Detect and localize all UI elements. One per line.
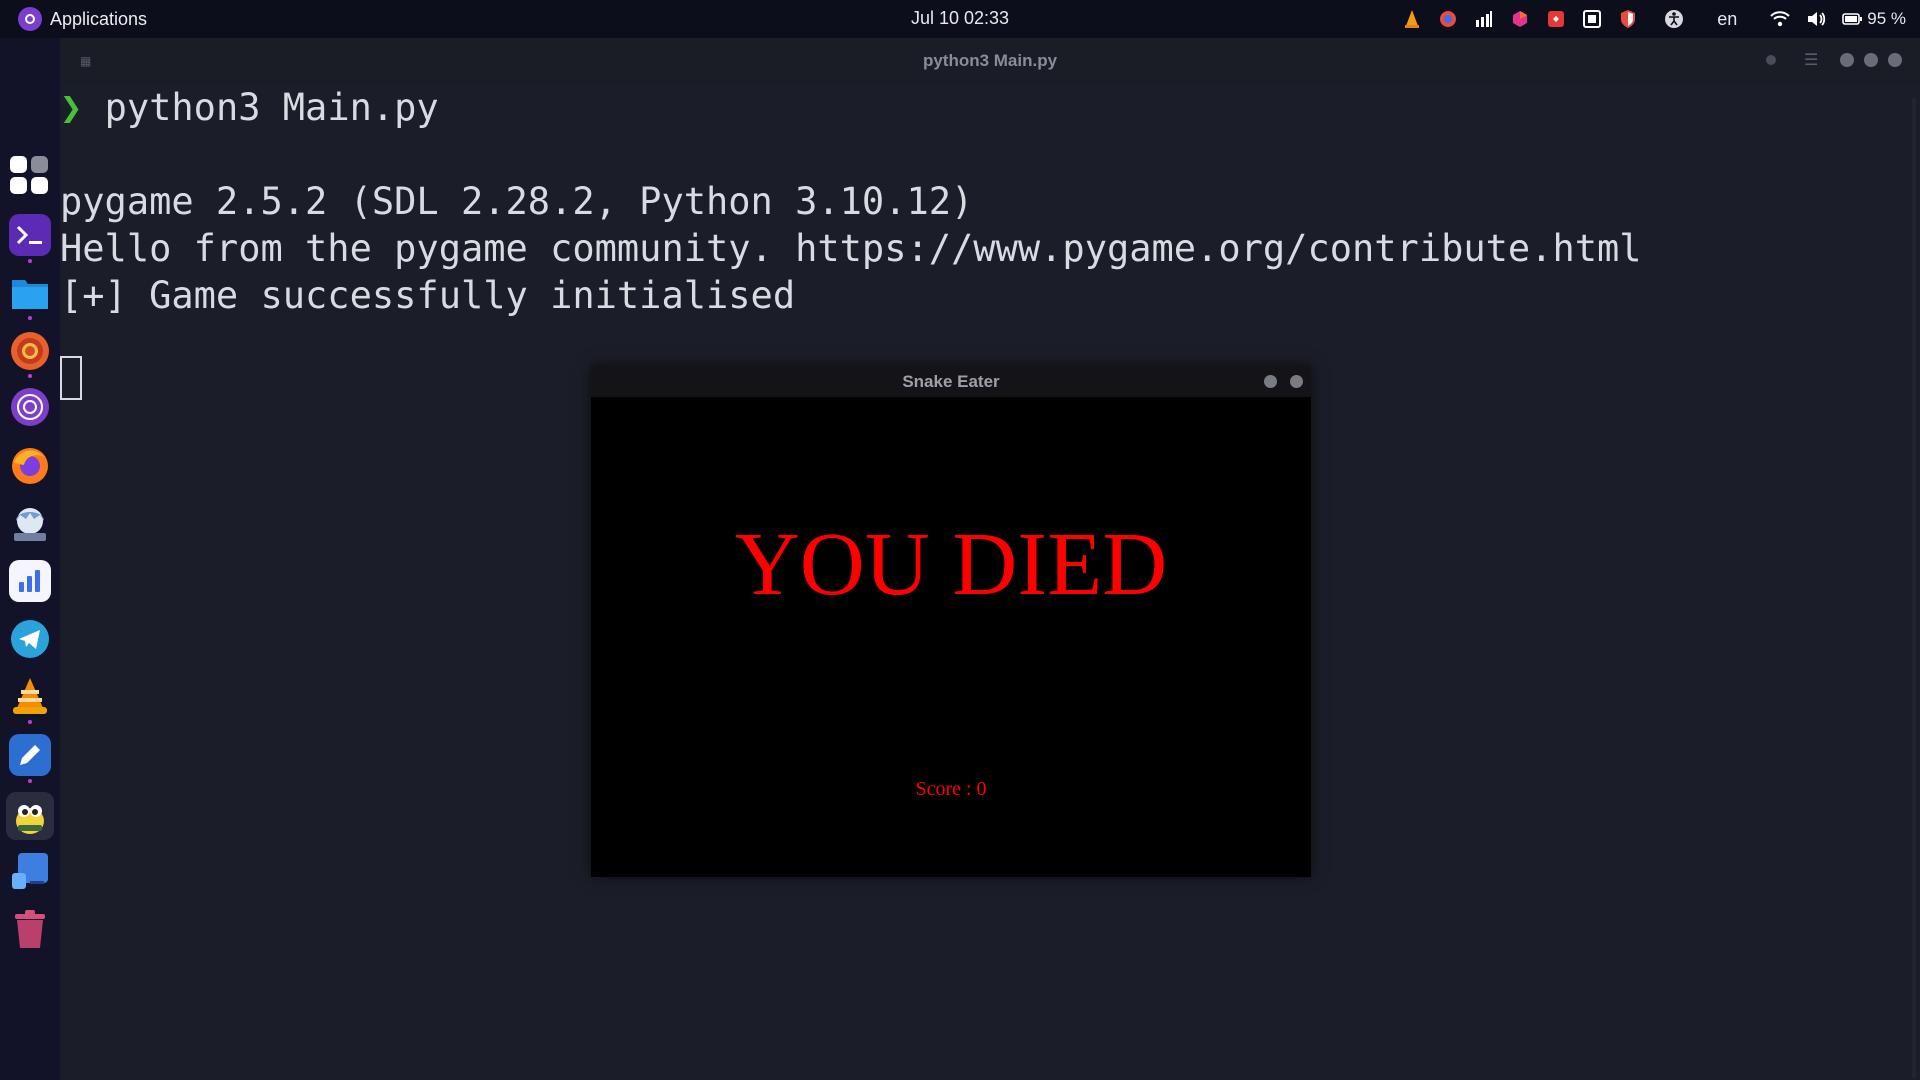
command-line: ❯ python3 Main.py	[60, 84, 439, 131]
applications-menu-button[interactable]: Applications	[18, 5, 147, 33]
telegram-icon[interactable]	[9, 618, 51, 660]
chrome-icon[interactable]	[9, 330, 51, 372]
distro-logo-icon	[18, 7, 42, 31]
close-button[interactable]	[1888, 53, 1902, 67]
running-indicator	[28, 720, 32, 724]
tor-browser-icon[interactable]	[9, 386, 51, 428]
wifi-icon[interactable]	[1769, 8, 1791, 30]
accessibility-icon[interactable]	[1663, 8, 1685, 30]
volume-icon[interactable]	[1805, 8, 1827, 30]
battery-icon[interactable]	[1841, 8, 1863, 30]
prompt-symbol: ❯	[60, 86, 83, 129]
game-minimize-button[interactable]	[1264, 375, 1277, 388]
terminal-output[interactable]: ❯ python3 Main.py pygame 2.5.2 (SDL 2.28…	[60, 84, 1900, 413]
running-indicator	[28, 316, 32, 320]
app-grid-icon[interactable]	[9, 155, 51, 197]
maximize-button[interactable]	[1864, 53, 1878, 67]
terminal-icon[interactable]	[9, 214, 51, 256]
gitkraken-icon[interactable]	[1509, 8, 1531, 30]
stats-icon[interactable]	[1473, 8, 1495, 30]
output-line: [+] Game successfully initialised	[60, 274, 796, 317]
applications-label: Applications	[50, 8, 148, 29]
game-window-title: Snake Eater	[902, 372, 1000, 391]
desktop-app-icon[interactable]	[9, 850, 51, 892]
output-line: Hello from the pygame community. https:/…	[60, 227, 1642, 270]
score-label: Score : 0	[915, 778, 987, 800]
firefox-icon[interactable]	[9, 444, 51, 486]
terminal-title: python3 Main.py	[922, 51, 1058, 70]
top-panel: Applications Jul 10 02:33 en 95 %	[0, 0, 1920, 38]
terminal-scrollbar[interactable]	[1912, 98, 1916, 1078]
language-indicator[interactable]: en	[1717, 8, 1737, 30]
files-icon[interactable]	[9, 272, 51, 314]
game-over-message: YOU DIED	[734, 515, 1168, 614]
game-titlebar[interactable]: Snake Eater	[591, 365, 1311, 397]
running-indicator	[28, 374, 32, 378]
terminal-status-dot	[1766, 55, 1776, 65]
pygame-icon[interactable]	[6, 792, 54, 840]
game-window[interactable]: Snake Eater YOU DIED Score : 0	[591, 365, 1311, 877]
remote-icon[interactable]	[1581, 8, 1603, 30]
vlc-icon[interactable]	[9, 675, 51, 717]
shield-icon[interactable]	[1617, 8, 1639, 30]
terminal-titlebar[interactable]: ▦ python3 Main.py ☰	[60, 38, 1920, 84]
vlc-icon[interactable]	[1401, 8, 1423, 30]
game-close-button[interactable]	[1290, 375, 1303, 388]
command-text: python3 Main.py	[104, 86, 439, 129]
trash-icon[interactable]	[9, 908, 51, 950]
terminal-cursor	[60, 356, 82, 400]
analytics-icon[interactable]	[9, 560, 51, 602]
clock[interactable]: Jul 10 02:33	[911, 8, 1009, 28]
dock	[0, 38, 60, 1080]
output-line: pygame 2.5.2 (SDL 2.28.2, Python 3.10.12…	[60, 180, 974, 223]
anydesk-icon[interactable]	[1545, 8, 1567, 30]
game-canvas[interactable]: YOU DIED Score : 0	[591, 397, 1311, 877]
chromium-icon[interactable]	[1437, 8, 1459, 30]
minimize-button[interactable]	[1840, 53, 1854, 67]
running-indicator	[28, 779, 32, 783]
system-tray: en 95 %	[1401, 4, 1906, 34]
battery-percent: 95 %	[1867, 9, 1906, 28]
running-indicator	[28, 259, 32, 263]
anime-app-icon[interactable]	[9, 502, 51, 544]
terminal-menu-icon[interactable]: ☰	[1804, 50, 1818, 69]
code-editor-icon[interactable]	[9, 734, 51, 776]
